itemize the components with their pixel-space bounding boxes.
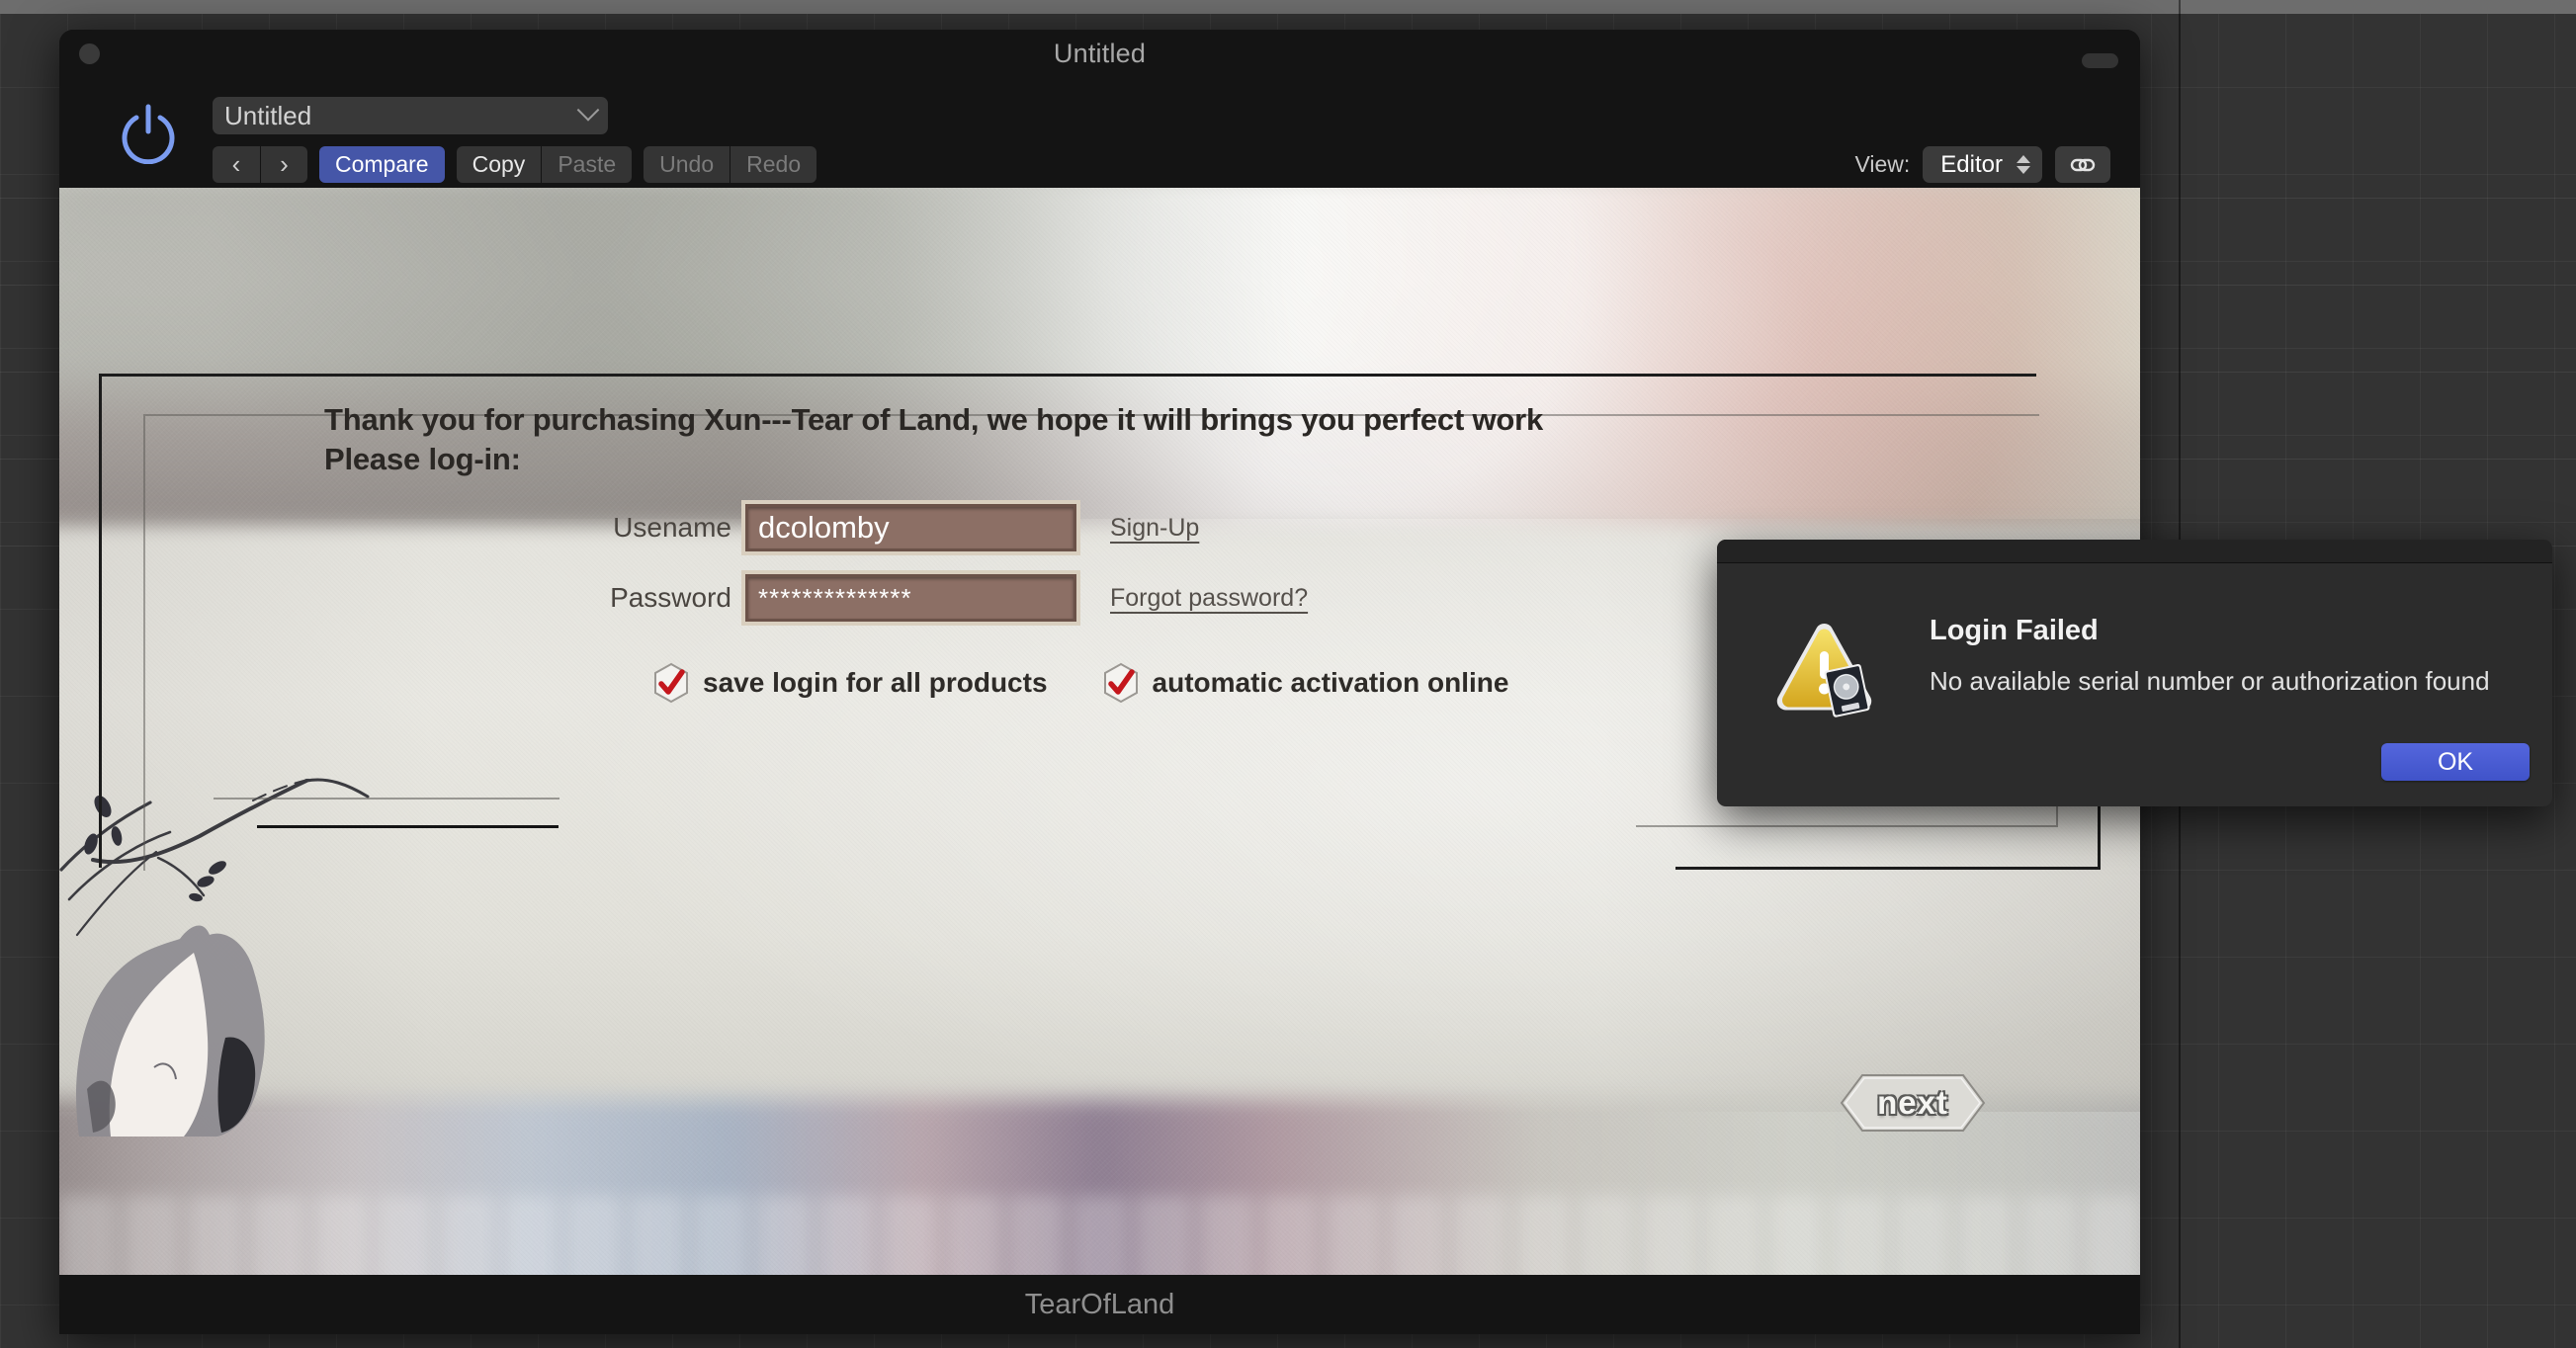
undo-redo-group: Undo Redo: [644, 146, 817, 183]
chevron-down-icon: [576, 99, 600, 122]
hex-checkbox-checked-icon: [1103, 662, 1138, 704]
view-controls: View: Editor: [1854, 146, 2110, 183]
compare-button[interactable]: Compare: [319, 146, 445, 183]
password-label: Password: [610, 582, 731, 613]
window-title: Untitled: [1053, 39, 1147, 68]
preset-name: Untitled: [224, 100, 312, 130]
dialog-title: Login Failed: [1930, 615, 2099, 646]
window-titlebar[interactable]: Untitled: [59, 30, 2140, 77]
copy-paste-group: Copy Paste: [456, 146, 633, 183]
window-resize-handle[interactable]: [2082, 53, 2118, 68]
dialog-message: No available serial number or authorizat…: [1930, 666, 2490, 696]
auto-activation-label: automatic activation online: [1152, 667, 1509, 698]
username-label: Usename: [613, 512, 731, 543]
username-input[interactable]: dcolomby: [745, 504, 1076, 551]
login-failed-dialog: Login Failed No available serial number …: [1717, 540, 2552, 806]
intro-text: Thank you for purchasing Xun---Tear of L…: [324, 400, 1543, 478]
plugin-name-label: TearOfLand: [1024, 1288, 1175, 1320]
username-row: Usename dcolomby Sign-Up: [578, 504, 1666, 551]
stepper-updown-icon: [2017, 155, 2030, 174]
dialog-titlebar[interactable]: [1717, 540, 2552, 563]
preset-select[interactable]: Untitled: [213, 97, 608, 134]
link-button[interactable]: [2055, 146, 2110, 183]
redo-button[interactable]: Redo: [730, 146, 817, 183]
power-icon[interactable]: [117, 101, 180, 165]
auto-activation-checkbox[interactable]: automatic activation online: [1102, 662, 1509, 704]
next-button[interactable]: next: [1839, 1072, 1987, 1134]
warning-triangle-icon: [1773, 620, 1880, 718]
paste-button[interactable]: Paste: [541, 146, 633, 183]
hex-checkbox-checked-icon: [654, 662, 688, 704]
ok-button[interactable]: OK: [2381, 743, 2530, 781]
plugin-footer: TearOfLand: [59, 1275, 2140, 1334]
frame-accent-line-light: [214, 798, 559, 800]
plugin-toolbar: Untitled ‹ › Compare Copy Paste Undo Red…: [59, 77, 2140, 188]
intro-line-2: Please log-in:: [324, 441, 521, 476]
forgot-password-link[interactable]: Forgot password?: [1110, 584, 1308, 613]
next-button-label: next: [1877, 1084, 1948, 1121]
password-input[interactable]: **************: [745, 574, 1076, 622]
signup-link[interactable]: Sign-Up: [1110, 514, 1199, 543]
view-label: View:: [1854, 151, 1911, 177]
prev-preset-button[interactable]: ‹: [213, 146, 260, 183]
intro-line-1: Thank you for purchasing Xun---Tear of L…: [324, 402, 1544, 437]
save-login-checkbox[interactable]: save login for all products: [652, 662, 1048, 704]
dialog-body: Login Failed No available serial number …: [1717, 563, 2552, 806]
password-row: Password ************** Forgot password?: [578, 574, 1666, 622]
toolbar-button-row: ‹ › Compare Copy Paste Undo Redo: [213, 146, 817, 183]
next-preset-button[interactable]: ›: [260, 146, 307, 183]
login-fields: Usename dcolomby Sign-Up Password ******…: [578, 504, 1666, 644]
login-options: save login for all products automatic ac…: [652, 662, 1508, 704]
frame-accent-line-dark: [257, 825, 558, 828]
link-chain-icon: [2070, 158, 2096, 171]
save-login-label: save login for all products: [703, 667, 1048, 698]
view-mode-value: Editor: [1940, 150, 2003, 178]
preset-nav-group: ‹ ›: [213, 146, 307, 183]
undo-button[interactable]: Undo: [644, 146, 730, 183]
view-mode-select[interactable]: Editor: [1923, 146, 2042, 183]
timeline-ruler: [0, 0, 2576, 14]
copy-button[interactable]: Copy: [456, 146, 542, 183]
